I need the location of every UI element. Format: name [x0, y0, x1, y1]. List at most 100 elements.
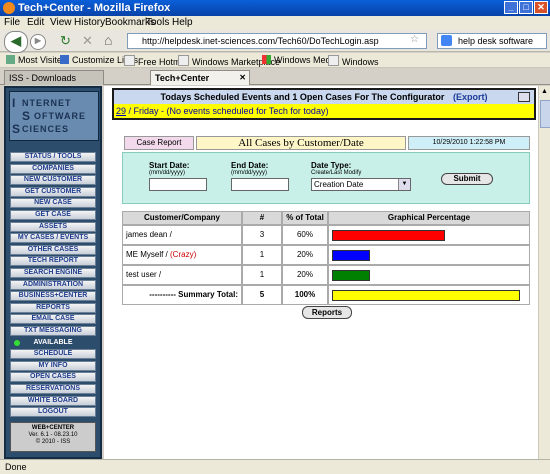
scroll-up-icon[interactable]: ▲	[541, 88, 548, 95]
sidebar-item-search-engine[interactable]: SEARCH ENGINE	[10, 268, 96, 278]
sidebar-item-reservations[interactable]: RESERVATIONS	[10, 384, 96, 394]
bookmark-windows[interactable]: Windows	[328, 55, 379, 67]
reload-icon[interactable]: ↻	[60, 33, 71, 49]
url-bar[interactable]: http://helpdesk.inet-sciences.com/Tech60…	[127, 33, 427, 49]
events-banner: Todays Scheduled Events and 1 Open Cases…	[112, 88, 536, 120]
sidebar-item-available[interactable]: AVAILABLE	[10, 337, 96, 348]
sidebar-item-label: COMPANIES	[32, 164, 74, 172]
date-type-select[interactable]: Creation Date ▼	[311, 178, 411, 191]
start-date-label: Start Date:	[149, 161, 190, 170]
sidebar-item-open-cases[interactable]: OPEN CASES	[10, 372, 96, 383]
day-link[interactable]: 29	[116, 106, 126, 116]
tab-iss-downloads[interactable]: ISS - Downloads	[4, 70, 104, 85]
cell-customer: ---------- Summary Total:	[122, 285, 242, 305]
vertical-scrollbar[interactable]: ▲	[538, 86, 550, 459]
sidebar-item-white-board[interactable]: WHITE BOARD	[10, 395, 96, 406]
back-button[interactable]: ◀	[4, 31, 28, 53]
case-report-tab[interactable]: Case Report	[124, 136, 194, 150]
window-icon[interactable]	[518, 92, 530, 102]
search-input[interactable]: help desk software	[437, 33, 547, 49]
sidebar-item-label: WHITE BOARD	[27, 396, 79, 404]
scroll-thumb[interactable]	[540, 100, 550, 128]
report-title: All Cases by Customer/Date	[196, 136, 406, 150]
sidebar-item-status-tools[interactable]: STATUS / TOOLS	[10, 152, 96, 162]
sidebar-item-label: MY CASES / EVENTS	[17, 234, 89, 242]
sidebar-item-reports[interactable]: REPORTS	[10, 302, 96, 313]
report-filters: Start Date: (mm/dd/yyyy) End Date: (mm/d…	[122, 152, 530, 204]
menu-tools[interactable]: Tools	[146, 17, 169, 28]
sidebar-item-label: OPEN CASES	[30, 373, 76, 381]
sidebar-item-companies[interactable]: COMPANIES	[10, 163, 96, 174]
sidebar-item-txt-messaging[interactable]: TXT MESSAGING	[10, 326, 96, 336]
cell-percent: 60%	[282, 225, 328, 245]
page-icon	[178, 55, 189, 66]
sidebar-item-new-case[interactable]: NEW CASE	[10, 198, 96, 209]
sidebar-item-label: OTHER CASES	[27, 245, 79, 253]
sidebar-item-business-center[interactable]: BUSINESS+CENTER	[10, 291, 96, 302]
home-icon[interactable]: ⌂	[104, 32, 112, 48]
status-dot-icon	[14, 339, 20, 346]
sidebar-item-email-case[interactable]: EMAIL CASE	[10, 314, 96, 325]
sidebar-item-logout[interactable]: LOGOUT	[10, 407, 96, 418]
stop-icon[interactable]: ✕	[82, 33, 93, 49]
menu-help[interactable]: Help	[172, 17, 193, 28]
reports-button[interactable]: Reports	[302, 306, 352, 319]
chevron-down-icon[interactable]: ▼	[398, 179, 410, 190]
bookmark-star-icon[interactable]: ☆	[410, 34, 419, 45]
sidebar-item-my-cases-events[interactable]: MY CASES / EVENTS	[10, 233, 96, 244]
sidebar-item-other-cases[interactable]: OTHER CASES	[10, 244, 96, 255]
bookmark-most-visited[interactable]: Most Visited	[6, 55, 67, 65]
report-timestamp: 10/29/2010 1:22:58 PM	[408, 136, 530, 150]
sidebar-item-my-info[interactable]: MY INFO	[10, 360, 96, 371]
sidebar-item-get-customer[interactable]: GET CUSTOMER	[10, 186, 96, 197]
cell-graph	[328, 245, 530, 265]
start-date-input[interactable]	[149, 178, 207, 191]
end-date-input[interactable]	[231, 178, 289, 191]
events-title: Todays Scheduled Events and 1 Open Cases…	[160, 92, 445, 102]
tab-close-icon[interactable]: ✕	[239, 71, 246, 85]
sidebar-item-label: STATUS / TOOLS	[24, 153, 82, 160]
version-copyright: © 2010 - ISS	[35, 439, 71, 445]
cell-percent: 20%	[282, 245, 328, 265]
sidebar-item-new-customer[interactable]: NEW CUSTOMER	[10, 175, 96, 186]
col-customer: Customer/Company	[122, 211, 242, 225]
tab-tech-center[interactable]: Tech+Center ✕	[150, 70, 250, 85]
sidebar-item-label: RESERVATIONS	[25, 385, 81, 392]
menu-edit[interactable]: Edit	[27, 17, 44, 28]
start-date-hint: (mm/dd/yyyy)	[149, 170, 185, 176]
google-icon[interactable]	[441, 35, 452, 46]
menu-view[interactable]: View	[50, 17, 72, 28]
menu-file[interactable]: File	[4, 17, 20, 28]
cell-customer[interactable]: james dean /	[122, 225, 242, 245]
submit-button[interactable]: Submit	[441, 173, 493, 185]
sidebar-item-label: NEW CUSTOMER	[23, 176, 83, 184]
end-date-hint: (mm/dd/yyyy)	[231, 170, 267, 176]
cell-graph	[328, 265, 530, 285]
sidebar-item-tech-report[interactable]: TECH REPORT	[10, 256, 96, 267]
sidebar-item-administration[interactable]: ADMINISTRATION	[10, 279, 96, 290]
export-link[interactable]: (Export)	[453, 92, 488, 102]
events-header: Todays Scheduled Events and 1 Open Cases…	[114, 90, 534, 104]
cell-count: 3	[242, 225, 282, 245]
sidebar-item-label: TECH REPORT	[27, 257, 79, 265]
col-percent: % of Total	[282, 211, 328, 225]
page-content: Todays Scheduled Events and 1 Open Cases…	[104, 86, 538, 459]
sidebar-item-get-case[interactable]: GET CASE	[10, 210, 96, 220]
sidebar: I NTERNET S OFTWARE S CIENCES STATUS / T…	[4, 86, 102, 459]
menu-history[interactable]: History	[74, 17, 105, 28]
maximize-button[interactable]: □	[519, 1, 533, 14]
sidebar-item-schedule[interactable]: SCHEDULE	[10, 349, 96, 360]
menu-bar: File Edit View History Bookmarks Tools H…	[0, 16, 550, 30]
bookmark-windows-media[interactable]: Windows Media	[262, 55, 338, 65]
msn-icon	[60, 55, 69, 64]
url-text: http://helpdesk.inet-sciences.com/Tech60…	[142, 36, 379, 46]
sidebar-item-label: ASSETS	[38, 222, 67, 230]
cell-customer[interactable]: ME Myself / (Crazy)	[122, 245, 242, 265]
minimize-button[interactable]: _	[504, 1, 518, 14]
close-button[interactable]: ✕	[534, 1, 548, 14]
percentage-bar	[332, 290, 520, 301]
version-number: Ver. 6.1 - 08.23.10	[28, 432, 78, 438]
sidebar-item-assets[interactable]: ASSETS	[10, 221, 96, 232]
forward-button[interactable]: ▶	[30, 34, 46, 50]
cell-customer[interactable]: test user /	[122, 265, 242, 285]
